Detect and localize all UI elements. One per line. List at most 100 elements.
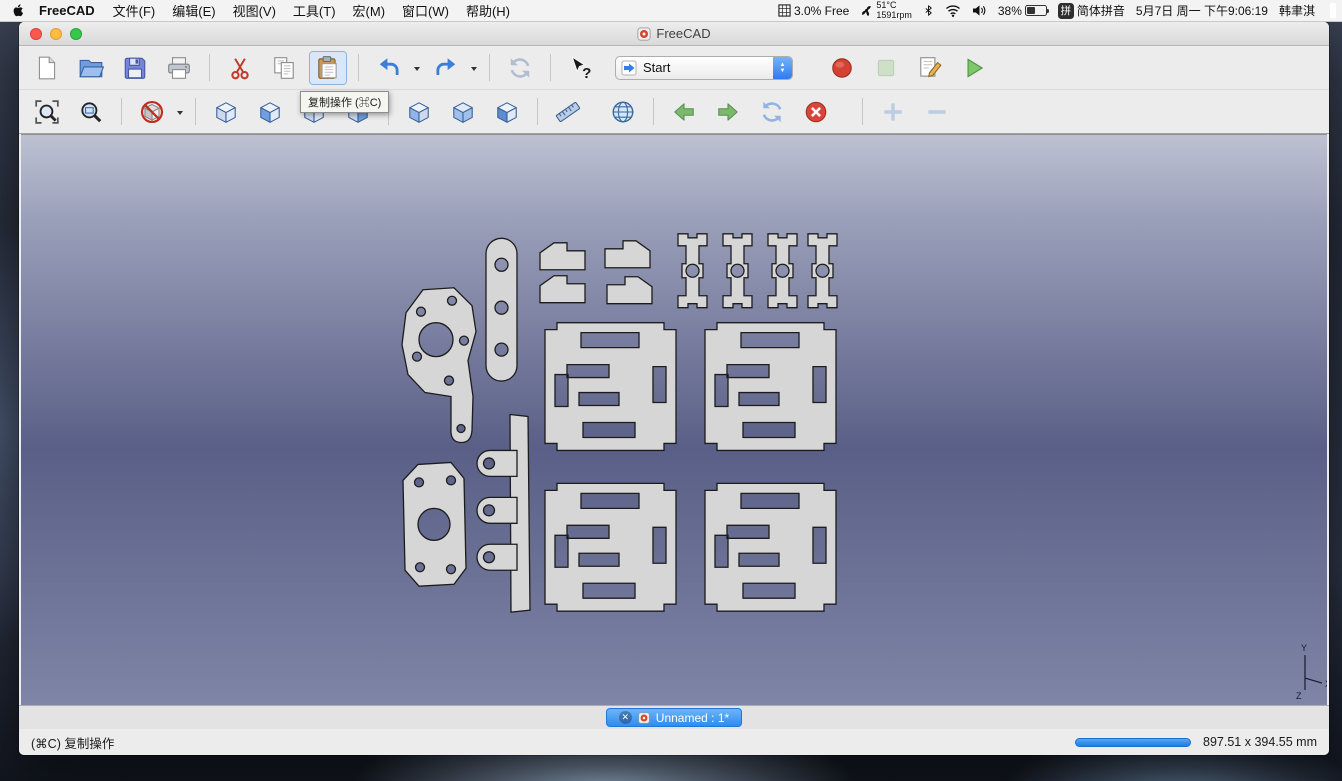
apple-menu[interactable] — [12, 3, 25, 18]
measure-button[interactable] — [549, 95, 587, 129]
notification-center-icon[interactable] — [1330, 3, 1336, 18]
axis-y-label: Y — [1301, 643, 1307, 653]
undo-button[interactable] — [370, 51, 408, 85]
menu-help[interactable]: 帮助(H) — [466, 1, 510, 20]
toolbar-separator — [195, 98, 196, 125]
part-octagon-flange[interactable] — [402, 461, 467, 587]
window-titlebar[interactable]: FreeCAD — [19, 22, 1329, 46]
stop-loading-button[interactable] — [797, 95, 835, 129]
nav-forward-button[interactable] — [709, 95, 747, 129]
toolbar-separator — [653, 98, 654, 125]
nav-back-button[interactable] — [665, 95, 703, 129]
part-ibeam[interactable] — [807, 233, 838, 309]
zoom-selection-button[interactable] — [72, 95, 110, 129]
web-browser-button[interactable] — [604, 95, 642, 129]
memory-free-label: 3.0% Free — [793, 3, 850, 18]
part-wedge[interactable] — [539, 242, 586, 271]
part-wedge[interactable] — [539, 275, 586, 304]
undo-dropdown[interactable] — [411, 51, 422, 85]
apple-logo-icon — [13, 4, 24, 17]
part-crank-bracket[interactable] — [401, 287, 477, 444]
part-plate[interactable] — [544, 322, 677, 452]
toolbar-separator — [121, 98, 122, 125]
redo-button[interactable] — [427, 51, 465, 85]
document-tab[interactable]: ✕ Unnamed : 1* — [605, 708, 743, 727]
part-ibeam[interactable] — [677, 233, 708, 309]
part-strip-tab[interactable] — [476, 496, 518, 524]
view-rear-button[interactable] — [400, 95, 438, 129]
freecad-doc-icon — [638, 711, 650, 724]
redo-dropdown[interactable] — [468, 51, 479, 85]
wifi-menu[interactable] — [945, 4, 961, 17]
toolbar-view — [19, 90, 1329, 134]
volume-menu[interactable] — [972, 4, 987, 17]
freecad-window: FreeCAD ? Start ▲ ▼ Y Z ✕ Unnamed: 1* (… — [19, 22, 1329, 755]
open-folder-button[interactable] — [72, 51, 110, 85]
save-button[interactable] — [116, 51, 154, 85]
part-strip-tab[interactable] — [476, 449, 518, 478]
wifi-icon — [945, 5, 960, 17]
clock-menu[interactable]: 5月7日 周一 下午9:06:19 — [1136, 2, 1268, 19]
new-document-button[interactable] — [28, 51, 66, 85]
view-front-button[interactable] — [251, 95, 289, 129]
window-title: FreeCAD — [656, 26, 711, 41]
3d-viewport[interactable]: Y X Z — [21, 134, 1327, 705]
toolbar-separator — [550, 54, 551, 81]
part-strip-top[interactable] — [485, 237, 518, 382]
part-strip-tab[interactable] — [476, 543, 518, 571]
menu-file[interactable]: 文件(F) — [113, 1, 156, 20]
print-button[interactable] — [160, 51, 198, 85]
input-method-menu[interactable]: 拼 简体拼音 — [1057, 2, 1125, 19]
workbench-selector-value: Start — [643, 60, 671, 75]
view-left-button[interactable] — [488, 95, 526, 129]
menu-view[interactable]: 视图(V) — [233, 1, 276, 20]
macro-edit-button[interactable] — [911, 51, 949, 85]
page-refresh-button[interactable] — [753, 95, 791, 129]
menu-edit[interactable]: 编辑(E) — [172, 1, 215, 20]
refresh-button[interactable] — [501, 51, 539, 85]
macro-record-button[interactable] — [823, 51, 861, 85]
part-ibeam[interactable] — [722, 233, 753, 309]
minimize-window-button[interactable] — [50, 28, 62, 40]
fan-rpm-label: 1591rpm — [876, 9, 912, 20]
macro-run-button[interactable] — [955, 51, 993, 85]
zoom-window-button[interactable] — [70, 28, 82, 40]
fan-status[interactable]: 51°C 1591rpm — [860, 0, 912, 20]
user-menu[interactable]: 韩聿淇 — [1279, 2, 1315, 19]
copy-button[interactable] — [265, 51, 303, 85]
part-plate[interactable] — [704, 322, 837, 452]
memory-status[interactable]: 3.0% Free — [778, 4, 849, 18]
cut-button[interactable] — [221, 51, 259, 85]
draw-style-dropdown[interactable] — [174, 95, 185, 129]
part-plate[interactable] — [704, 482, 837, 612]
menu-window[interactable]: 窗口(W) — [402, 1, 449, 20]
combo-stepper-icon: ▲ ▼ — [773, 56, 792, 79]
menubar-app-name[interactable]: FreeCAD — [39, 3, 95, 18]
tab-close-icon[interactable]: ✕ — [618, 711, 632, 724]
part-wedge[interactable] — [606, 276, 653, 305]
start-workbench-icon — [621, 60, 637, 75]
axis-indicator: Y X Z — [1296, 643, 1327, 701]
macro-stop-button[interactable] — [867, 51, 905, 85]
tooltip: 复制操作 (⌘C) — [300, 91, 390, 113]
draw-style-button[interactable] — [133, 95, 171, 129]
close-window-button[interactable] — [30, 28, 42, 40]
menu-macro[interactable]: 宏(M) — [353, 1, 386, 20]
part-ibeam[interactable] — [767, 233, 798, 309]
view-isometric-button[interactable] — [207, 95, 245, 129]
view-bottom-button[interactable] — [444, 95, 482, 129]
zoom-out-button[interactable] — [918, 95, 956, 129]
part-plate[interactable] — [544, 482, 677, 612]
whats-this-button[interactable]: ? — [562, 51, 600, 85]
bluetooth-menu[interactable] — [923, 3, 934, 18]
part-wedge[interactable] — [604, 240, 651, 269]
menu-tools[interactable]: 工具(T) — [293, 1, 336, 20]
svg-text:?: ? — [582, 64, 591, 80]
axis-x-label: X — [1325, 679, 1327, 689]
zoom-in-button[interactable] — [874, 95, 912, 129]
workbench-selector[interactable]: Start ▲ ▼ — [615, 55, 793, 80]
freecad-app-icon — [637, 26, 651, 41]
paste-button[interactable] — [309, 50, 347, 85]
fit-all-button[interactable] — [28, 95, 66, 129]
battery-menu[interactable]: 38% — [998, 4, 1050, 18]
